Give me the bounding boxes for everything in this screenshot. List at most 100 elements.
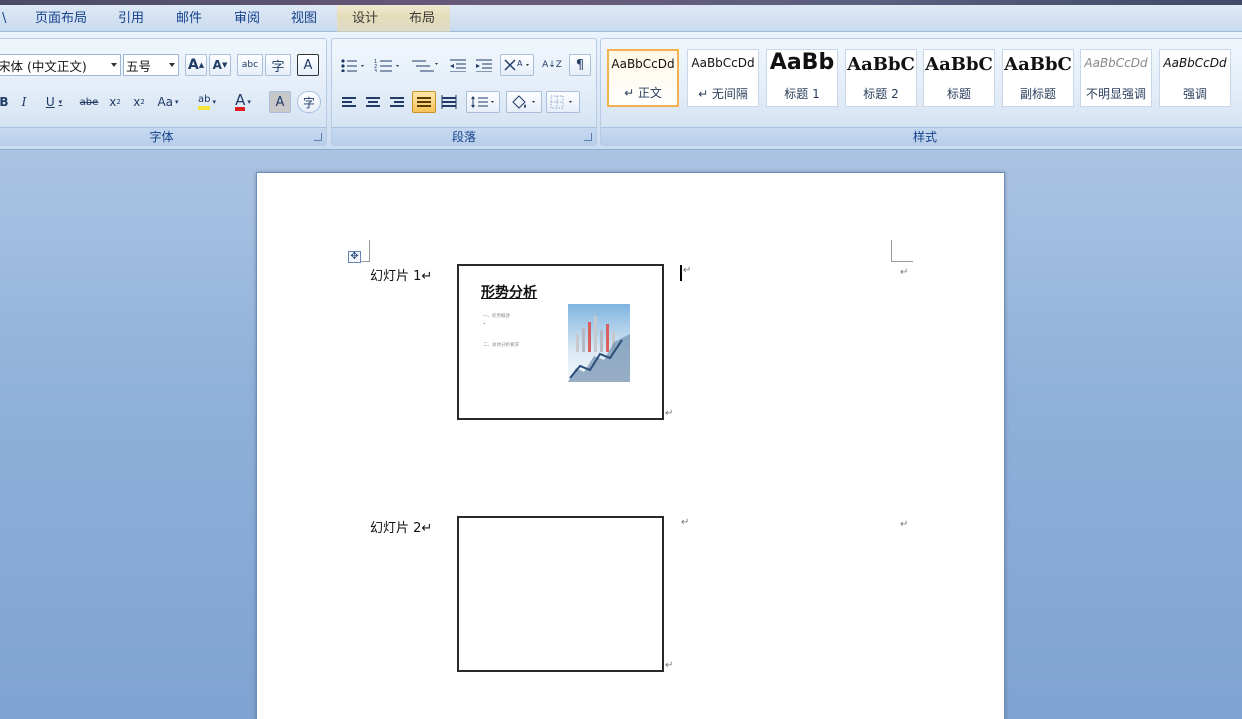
char-shading-icon: A xyxy=(275,94,285,110)
tab-references[interactable]: 引用 xyxy=(118,9,144,29)
style-sample: AaBbC xyxy=(847,54,915,75)
paragraph-mark: ↵ xyxy=(683,265,692,276)
font-name-combo[interactable]: 宋体 (中文正文) xyxy=(0,54,121,76)
align-center-button[interactable] xyxy=(362,91,384,113)
style-name: ↵ 正文 xyxy=(624,86,662,100)
font-size-combo[interactable]: 五号 xyxy=(123,54,179,76)
strikethrough-button[interactable]: abe xyxy=(77,91,101,113)
tab-table-design[interactable]: 设计 xyxy=(352,9,378,29)
grow-font-icon: A xyxy=(187,57,199,73)
sort-button[interactable]: A↓Z xyxy=(540,54,564,76)
change-case-icon: Aa xyxy=(157,95,174,109)
bullets-button[interactable] xyxy=(338,54,368,76)
borders-icon xyxy=(550,95,572,109)
slide-1-thumbnail[interactable]: 形势分析 一、形势概述 • 二、总体分析要求 xyxy=(457,264,664,420)
slide-1-text-line: 二、总体分析要求 xyxy=(483,343,519,348)
align-right-icon xyxy=(390,97,404,107)
shading-button[interactable] xyxy=(506,91,542,113)
tab-mailings[interactable]: 邮件 xyxy=(176,9,202,29)
increase-indent-button[interactable] xyxy=(472,54,496,76)
increase-indent-icon xyxy=(476,59,492,72)
paragraph-dialog-launcher-icon[interactable] xyxy=(584,133,592,141)
subscript-button[interactable]: x2 xyxy=(105,91,125,113)
font-dialog-launcher-icon[interactable] xyxy=(314,133,322,141)
superscript-icon: x xyxy=(133,95,141,109)
paragraph-mark: ↵ xyxy=(681,517,690,528)
align-left-icon xyxy=(342,97,356,107)
align-center-icon xyxy=(366,97,380,107)
phonetic-guide-button[interactable]: 字 xyxy=(265,54,291,76)
pilcrow-icon: ¶ xyxy=(575,57,585,73)
style-title[interactable]: AaBbC 标题 xyxy=(923,49,995,107)
tab-view[interactable]: 视图 xyxy=(291,9,317,29)
shrink-font-button[interactable]: A ▼ xyxy=(209,54,231,76)
enclose-char-button[interactable]: 字 xyxy=(297,91,321,113)
clear-formatting-icon: abc xyxy=(241,60,259,70)
paint-bucket-icon xyxy=(512,95,535,109)
numbering-icon: 123 xyxy=(374,59,399,72)
chinese-layout-button[interactable]: A xyxy=(500,54,534,76)
slide-2-thumbnail[interactable] xyxy=(457,516,664,672)
strikethrough-icon: abe xyxy=(79,96,99,108)
line-spacing-icon xyxy=(471,96,494,108)
style-name: 不明显强调 xyxy=(1085,87,1146,101)
clear-formatting-button[interactable]: abc xyxy=(237,54,263,76)
font-color-button[interactable]: A ▾ xyxy=(227,91,259,113)
show-marks-button[interactable]: ¶ xyxy=(569,54,591,76)
table-move-handle-icon[interactable]: ✥ xyxy=(348,251,361,263)
align-right-button[interactable] xyxy=(386,91,408,113)
char-shading-button[interactable]: A xyxy=(269,91,291,113)
distributed-button[interactable] xyxy=(438,91,460,113)
style-heading-1[interactable]: AaBb 标题 1 xyxy=(766,49,838,107)
bold-icon: B xyxy=(0,95,9,109)
numbering-button[interactable]: 123 xyxy=(372,54,404,76)
underline-button[interactable]: U ▾ xyxy=(39,91,69,113)
decrease-indent-button[interactable] xyxy=(446,54,470,76)
style-sample: AaBbC xyxy=(925,54,993,75)
style-heading-2[interactable]: AaBbC 标题 2 xyxy=(845,49,917,107)
tab-table-layout[interactable]: 布局 xyxy=(409,9,435,29)
style-sample: AaBbCcDd xyxy=(1084,56,1148,70)
svg-text:3: 3 xyxy=(374,69,377,72)
bold-button[interactable]: B xyxy=(0,91,11,113)
font-group: 宋体 (中文正文) 五号 A ▲ A ▼ abc 字 A B I U ▾ abe… xyxy=(0,38,327,146)
chevron-down-icon[interactable] xyxy=(169,63,175,67)
enclose-char-icon: 字 xyxy=(302,95,315,110)
tab-page-layout[interactable]: 页面布局 xyxy=(35,9,87,29)
borders-button[interactable] xyxy=(546,91,580,113)
style-normal[interactable]: AaBbCcDd ↵ 正文 xyxy=(607,49,679,107)
font-color-icon: A xyxy=(235,91,246,111)
style-subtle-emphasis[interactable]: AaBbCcDd 不明显强调 xyxy=(1080,49,1152,107)
tab-review[interactable]: 审阅 xyxy=(234,9,260,29)
italic-button[interactable]: I xyxy=(15,91,33,113)
char-border-icon: A xyxy=(303,57,313,73)
superscript-button[interactable]: x2 xyxy=(129,91,149,113)
style-sample: AaBbC xyxy=(1004,54,1072,75)
font-name-value: 宋体 (中文正文) xyxy=(0,58,87,74)
multilevel-list-button[interactable] xyxy=(408,54,442,76)
style-name: 标题 1 xyxy=(784,87,820,101)
phonetic-guide-icon: 字 xyxy=(271,59,285,75)
tab-partial[interactable]: \ xyxy=(2,9,6,29)
style-sample: AaBbCcDd xyxy=(611,57,675,71)
line-spacing-button[interactable] xyxy=(466,91,500,113)
multilevel-list-icon xyxy=(412,60,438,72)
slide-2-label: 幻灯片 2↵ xyxy=(370,521,433,536)
font-group-label: 字体 xyxy=(0,127,326,145)
justify-button[interactable] xyxy=(412,91,436,113)
style-sample: AaBbCcDd xyxy=(691,56,755,70)
char-border-button[interactable]: A xyxy=(297,54,319,76)
style-no-spacing[interactable]: AaBbCcDd ↵ 无间隔 xyxy=(687,49,759,107)
style-subtitle[interactable]: AaBbC 副标题 xyxy=(1002,49,1074,107)
italic-icon: I xyxy=(21,95,27,109)
align-left-button[interactable] xyxy=(338,91,360,113)
change-case-button[interactable]: Aa ▾ xyxy=(153,91,183,113)
style-emphasis[interactable]: AaBbCcDd 强调 xyxy=(1159,49,1231,107)
style-sample: AaBbCcDd xyxy=(1163,56,1227,70)
distributed-icon xyxy=(441,95,457,109)
chevron-down-icon[interactable] xyxy=(111,63,117,67)
grow-font-button[interactable]: A ▲ xyxy=(185,54,207,76)
highlight-button[interactable]: ab ▾ xyxy=(191,91,223,113)
style-name: 副标题 xyxy=(1019,87,1056,101)
slide-1-label: 幻灯片 1↵ xyxy=(370,269,433,284)
